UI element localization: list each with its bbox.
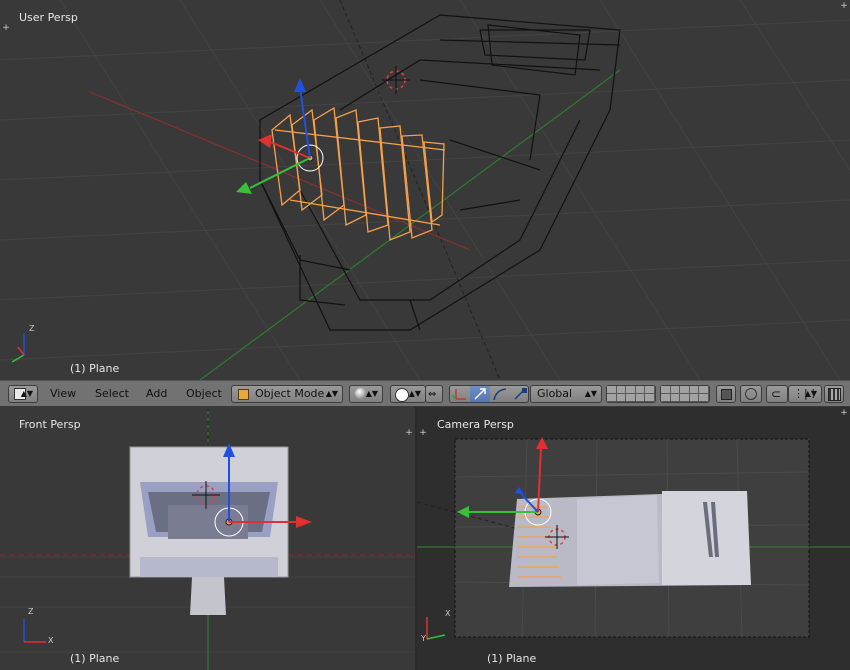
viewport-camera-persp[interactable]: + + Camera Persp X Y (1) Plane (417, 407, 850, 670)
active-object-label: (1) Plane (487, 652, 537, 665)
lock-icon (721, 389, 732, 400)
orientation-select[interactable]: Global ▲▼ (530, 385, 602, 403)
scale-icon[interactable] (510, 386, 530, 402)
render-icon (828, 388, 841, 401)
manipulator-icon[interactable] (450, 386, 470, 402)
viewport-camera-scene (417, 437, 850, 640)
view-axes-icon (23, 619, 46, 643)
menu-select[interactable]: Select (95, 387, 129, 400)
view-axes-icon (11, 333, 25, 363)
viewport-shading-button[interactable]: ▲▼ (349, 385, 383, 403)
axis-label-y: Y (421, 634, 426, 643)
viewport-corner-handle[interactable]: + (405, 429, 413, 438)
axis-label-z: Z (28, 607, 34, 616)
active-object-label: (1) Plane (70, 652, 120, 665)
manipulator-group (449, 385, 529, 403)
chevron-down-icon: ▲▼ (804, 389, 817, 398)
axis-label-x: X (48, 636, 54, 645)
menu-view[interactable]: View (50, 387, 76, 400)
view-axes-icon (426, 617, 446, 640)
chevron-down-icon: ▲▼ (365, 389, 378, 398)
manipulator-widget (236, 78, 324, 194)
translate-icon[interactable] (470, 386, 490, 402)
layers-group-2[interactable] (660, 385, 710, 403)
viewport-header: ▲▼ View Select Add Object Object Mode ▲▼… (0, 380, 850, 407)
layers-group-1[interactable] (606, 385, 656, 403)
orientation-label: Global (537, 387, 573, 400)
viewport-front-persp[interactable]: + Front Persp Z X (1) Plane (0, 407, 415, 670)
chevron-down-icon: ▲▼ (408, 389, 421, 398)
mirror-button[interactable]: ⇔ (425, 385, 443, 403)
cube-icon (238, 389, 249, 400)
editor-type-button[interactable]: ▲▼ (8, 385, 38, 403)
render-button[interactable] (824, 385, 844, 403)
mirror-icon: ⇔ (428, 389, 437, 400)
lock-layers-button[interactable] (716, 385, 736, 403)
viewport-corner-handle[interactable]: + (419, 429, 427, 438)
menu-object[interactable]: Object (186, 387, 222, 400)
axis-label-x: X (445, 609, 451, 618)
snap-element-button[interactable]: ⋮|⋮ ▲▼ (788, 385, 822, 403)
pivot-icon (395, 388, 409, 402)
viewport-shading-icon (355, 388, 366, 399)
snap-icon: ⊂ (771, 387, 782, 401)
viewport-title: Front Persp (19, 418, 81, 431)
chevron-down-icon: ▲▼ (584, 389, 597, 398)
viewport-user-persp[interactable]: + + User Persp Z (1) Plane (0, 0, 850, 380)
viewport-user-scene (0, 0, 850, 380)
mode-select[interactable]: Object Mode ▲▼ (231, 385, 343, 403)
proportional-icon (745, 388, 757, 400)
viewport-front-scene (0, 407, 415, 670)
proportional-edit-button[interactable] (740, 385, 762, 403)
3d-cursor-icon (382, 66, 410, 94)
rotate-icon[interactable] (490, 386, 510, 402)
mode-label: Object Mode (255, 387, 325, 400)
viewport-corner-handle[interactable]: + (840, 409, 848, 418)
snap-button[interactable]: ⊂ (766, 385, 788, 403)
axis-label-z: Z (29, 324, 35, 333)
viewport-title: Camera Persp (437, 418, 514, 431)
viewport-title: User Persp (19, 11, 78, 24)
chevron-down-icon: ▲▼ (20, 389, 33, 398)
pivot-button[interactable]: ▲▼ (390, 385, 426, 403)
active-object-label: (1) Plane (70, 362, 120, 375)
menu-add[interactable]: Add (146, 387, 167, 400)
chevron-down-icon: ▲▼ (325, 389, 338, 398)
viewport-corner-handle[interactable]: + (2, 24, 10, 33)
viewport-corner-handle[interactable]: + (840, 2, 848, 11)
